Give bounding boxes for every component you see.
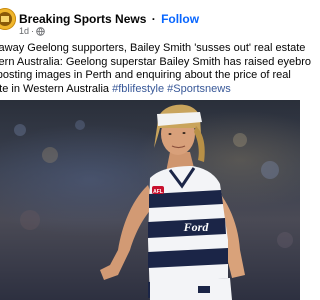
caption-line-4: tate in Western Australia #fblifestyle #… — [0, 83, 310, 97]
post-photo[interactable]: AFL Ford — [0, 100, 300, 300]
separator-dot: · — [151, 12, 156, 26]
post-time[interactable]: 1d — [19, 26, 29, 36]
page-name-link[interactable]: Breaking Sports News — [19, 12, 146, 26]
post-header: Breaking Sports News · Follow 1d · — [0, 0, 300, 40]
meta-separator: · — [31, 26, 35, 36]
caption-line-2: stern Australia: Geelong superstar Baile… — [0, 55, 311, 68]
hashtag-fblifestyle[interactable]: #fblifestyle — [112, 83, 164, 95]
footballer-illustration: AFL Ford — [14, 104, 293, 300]
page-avatar[interactable] — [0, 8, 16, 30]
jersey-sponsor-text: Ford — [183, 220, 210, 234]
globe-icon[interactable] — [36, 26, 45, 36]
hashtag-sportsnews[interactable]: #Sportsnews — [167, 83, 231, 95]
caption-line-1: k away Geelong supporters, Bailey Smith … — [0, 42, 306, 54]
caption-line-3: r posting images in Perth and enquiring … — [0, 69, 291, 81]
page-logo-icon — [0, 9, 15, 29]
post-caption: k away Geelong supporters, Bailey Smith … — [0, 42, 311, 97]
follow-button[interactable]: Follow — [161, 12, 199, 26]
caption-line-4-text: tate in Western Australia — [0, 82, 113, 95]
afl-logo-text: AFL — [153, 189, 163, 195]
post-meta: 1d · — [19, 26, 45, 36]
page-name-line: Breaking Sports News · Follow — [19, 12, 199, 26]
